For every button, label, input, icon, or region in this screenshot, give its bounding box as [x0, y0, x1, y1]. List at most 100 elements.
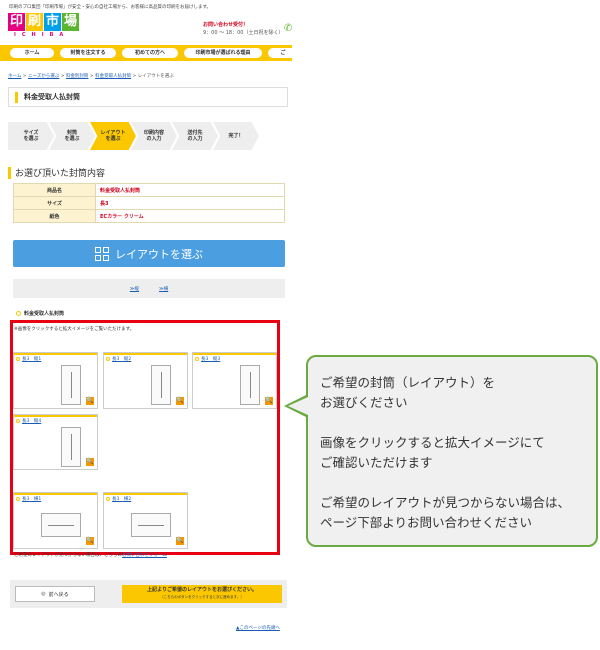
nav-home[interactable]: ホーム [10, 48, 54, 58]
table-row: サイズ 長3 [13, 196, 285, 210]
layout-thumb-h2[interactable]: 長3 横2 🔍 [103, 492, 188, 549]
notfound-text: ご希望のレイアウトが見つからない場合は、こちらの [14, 553, 122, 558]
envelope-preview [61, 365, 81, 405]
zoom-icon[interactable]: 🔍 [265, 397, 273, 405]
contact-info: お問い合わせ受付！ 9：00 ～ 18：00（土日祝を除く） [203, 21, 283, 37]
step-content: 印刷内容 の入力 [131, 122, 177, 150]
breadcrumb-home[interactable]: ホーム [8, 74, 21, 79]
callout-line: ご希望の封筒（レイアウト）を [320, 375, 496, 390]
step-address: 送付先 の入力 [172, 122, 218, 150]
table-value: 料金受取人払封筒 [95, 183, 285, 197]
envelope-preview [131, 513, 171, 537]
thumb-accent [14, 415, 97, 417]
selection-heading: お選び頂いた封筒内容 [8, 166, 105, 179]
thumb-label: 長3 縦3 [201, 357, 221, 362]
logo-char: 市 [44, 13, 62, 31]
notfound-note: ご希望のレイアウトが見つからない場合は、こちらのお問い合わせフォーム [14, 552, 167, 558]
choose-layout-button[interactable]: レイアウトを選ぶ [13, 240, 285, 267]
layout-thumb-v4[interactable]: 長3 縦4 🔍 [13, 414, 98, 470]
logo-subtext: ICHIBA [14, 32, 70, 38]
bullet-icon [106, 357, 110, 361]
bullet-icon [106, 497, 110, 501]
zoom-icon[interactable]: 🔍 [86, 458, 94, 466]
zoom-icon[interactable]: 🔍 [86, 397, 94, 405]
breadcrumb: ホーム > ニーズから選ぶ > 料金別封筒 > 料金受取人払封筒 > レイアウト… [8, 73, 174, 79]
layout-thumb-v2[interactable]: 長3 縦2 🔍 [103, 352, 188, 409]
thumb-link[interactable]: 長3 横1 [16, 496, 41, 502]
zoom-icon[interactable]: 🔍 [176, 397, 184, 405]
selection-table: 商品名 料金受取人払封筒 サイズ 長3 紙色 ECカラー クリーム [13, 183, 285, 223]
envelope-heading-text: 料金受取人払封筒 [24, 311, 65, 317]
nav-beginners[interactable]: 初めての方へ [122, 48, 178, 58]
step-label: を選ぶ [23, 136, 39, 142]
section-accent-bar [8, 166, 11, 179]
table-value: ECカラー クリーム [95, 209, 285, 223]
back-button[interactable]: ◎ 前へ戻る [15, 586, 95, 602]
envelope-preview [41, 513, 81, 537]
thumb-accent [14, 493, 97, 495]
callout-line: お選びください [320, 395, 408, 410]
bullet-icon [195, 357, 199, 361]
contact-hours: 9：00 ～ 18：00（土日祝を除く） [203, 30, 284, 36]
callout-line: ご確認いただけます [320, 455, 433, 470]
thumb-link[interactable]: 長3 横2 [106, 496, 131, 502]
step-label: 完了！ [228, 133, 244, 139]
header-tagline: 印刷のプロ集団「印刷市場」が安全・安心の自社工場から、お客様に高品質の印刷をお届… [9, 5, 212, 10]
layout-thumb-h1[interactable]: 長3 横1 🔍 [13, 492, 98, 549]
callout-paragraph: 画像をクリックすると拡大イメージにて ご確認いただけます [320, 433, 596, 473]
callout-paragraph: ご希望のレイアウトが見つからない場合は、 ページ下部よりお問い合わせください [320, 493, 596, 533]
nav-more[interactable]: ご [268, 48, 292, 58]
page-title-box: 料金受取人払封筒 [8, 87, 288, 107]
link-horizontal[interactable]: ≫横 [159, 286, 168, 292]
thumb-link[interactable]: 長3 縦3 [195, 356, 220, 362]
step-label: の入力 [187, 136, 203, 142]
bullet-icon [16, 311, 21, 316]
thumb-label: 長3 横2 [112, 497, 132, 502]
nav-order[interactable]: 封筒を注文する [60, 48, 116, 58]
site-logo[interactable]: 印 刷 市 場 ICHIBA [8, 13, 80, 39]
layout-thumb-v1[interactable]: 長3 縦1 🔍 [13, 352, 98, 409]
thumb-link[interactable]: 長3 縦4 [16, 418, 41, 424]
layout-thumb-v3[interactable]: 長3 縦3 🔍 [192, 352, 277, 409]
callout-tail-fill [288, 397, 308, 415]
envelope-heading: 料金受取人払封筒 [16, 310, 64, 317]
back-label: 前へ戻る [48, 591, 69, 598]
contact-label: お問い合わせ受付！ [203, 22, 249, 28]
thumb-link[interactable]: 長3 縦1 [16, 356, 41, 362]
step-footer: ◎ 前へ戻る 上記よりご希望のレイアウトをお選びください。 （こちらのボタンをク… [10, 580, 287, 608]
step-size: サイズ を選ぶ [8, 122, 54, 150]
breadcrumb-separator: > [131, 74, 138, 79]
instruction-callout: ご希望の封筒（レイアウト）を お選びください 画像をクリックすると拡大イメージにて… [306, 355, 598, 547]
nav-reasons[interactable]: 印刷市場が選ばれる理由 [184, 48, 262, 58]
breadcrumb-needs[interactable]: ニーズから選ぶ [28, 74, 59, 79]
back-icon: ◎ [41, 591, 46, 597]
link-vertical[interactable]: ≫縦 [130, 286, 139, 292]
table-row: 商品名 料金受取人払封筒 [13, 183, 285, 197]
envelope-preview [151, 365, 171, 405]
envelope-preview [240, 365, 260, 405]
callout-paragraph: ご希望の封筒（レイアウト）を お選びください [320, 373, 596, 413]
thumb-label: 長3 縦4 [22, 419, 42, 424]
envelope-preview [61, 427, 81, 467]
thumb-link[interactable]: 長3 縦2 [106, 356, 131, 362]
breadcrumb-price[interactable]: 料金別封筒 [66, 74, 89, 79]
step-label: を選ぶ [64, 136, 80, 142]
breadcrumb-envelope[interactable]: 料金受取人払封筒 [95, 74, 131, 79]
step-label: の入力 [146, 136, 162, 142]
zoom-icon[interactable]: 🔍 [176, 537, 184, 545]
page-top-link[interactable]: ▲このページの先頭へ [236, 625, 280, 631]
bullet-icon [16, 357, 20, 361]
thumb-label: 長3 縦1 [22, 357, 42, 362]
phone-icon: ✆ [284, 23, 293, 34]
step-complete: 完了！ [213, 122, 259, 150]
click-note: ※画像をクリックすると拡大イメージをご覧いただけます。 [14, 327, 135, 332]
table-row: 紙色 ECカラー クリーム [13, 209, 285, 223]
global-nav: ホーム 封筒を注文する 初めての方へ 印刷市場が選ばれる理由 ご [0, 45, 292, 61]
contact-form-link[interactable]: お問い合わせフォーム [122, 553, 167, 558]
thumb-label: 長3 縦2 [112, 357, 132, 362]
logo-char: 刷 [26, 13, 44, 31]
notice-sub: （こちらのボタンをクリックすると次に進めます。） [160, 595, 244, 599]
bullet-icon [16, 419, 20, 423]
zoom-icon[interactable]: 🔍 [86, 537, 94, 545]
grid-icon [95, 246, 109, 261]
